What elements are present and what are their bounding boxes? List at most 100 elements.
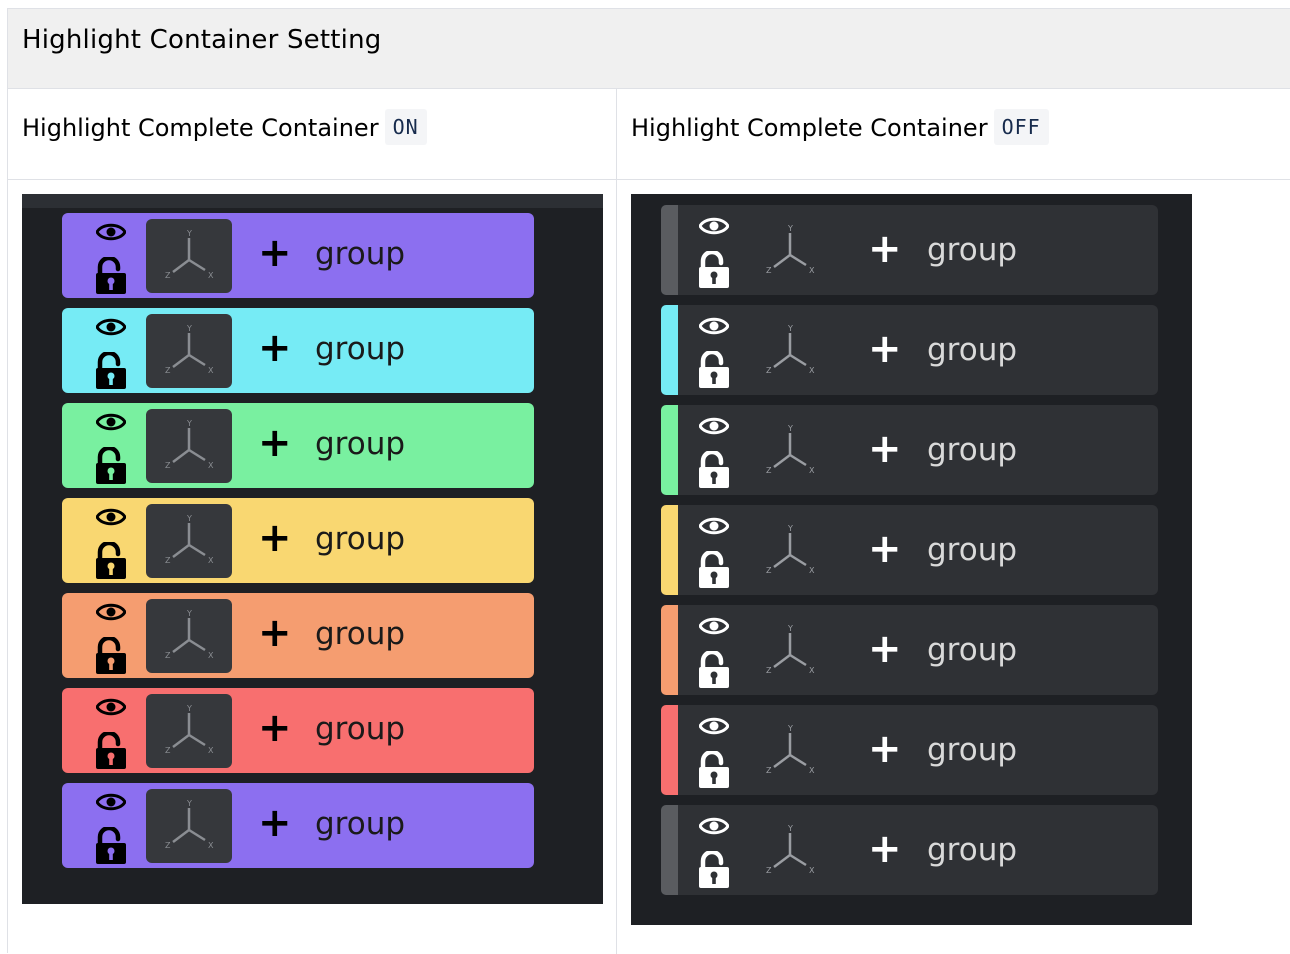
group-label: group — [315, 521, 406, 557]
group-row[interactable]: Y Z X + group — [62, 213, 534, 298]
eye-icon[interactable] — [95, 791, 127, 813]
group-row[interactable]: Y Z X + group — [661, 305, 1158, 395]
expand-plus-icon[interactable]: + — [868, 829, 902, 869]
svg-text:Y: Y — [186, 420, 192, 428]
unlocked-padlock-icon[interactable] — [94, 730, 128, 770]
group-label: group — [927, 432, 1018, 468]
expand-plus-icon[interactable]: + — [258, 233, 292, 273]
expand-plus-icon[interactable]: + — [258, 328, 292, 368]
svg-text:Y: Y — [186, 705, 192, 713]
svg-text:Z: Z — [766, 366, 772, 375]
eye-icon[interactable] — [698, 415, 730, 437]
eye-icon[interactable] — [95, 316, 127, 338]
color-indicator-bar — [661, 505, 678, 595]
highlight-off-screenshot: Y Z X + group Y Z X + group Y Z X + group Y Z X + group Y Z X +… — [631, 194, 1192, 925]
eye-icon[interactable] — [698, 315, 730, 337]
svg-text:Y: Y — [787, 525, 793, 533]
unlocked-padlock-icon[interactable] — [697, 849, 731, 889]
highlight-on-screenshot: Y Z X + group Y Z X + group Y Z X + group Y Z X + group Y Z X +… — [22, 194, 603, 904]
caption-cell-on: Highlight Complete Container ON — [8, 89, 617, 180]
caption-cell-off: Highlight Complete Container OFF — [617, 89, 1290, 180]
unlocked-padlock-icon[interactable] — [94, 540, 128, 580]
xyz-axes-icon: Y Z X — [161, 419, 217, 476]
expand-plus-icon[interactable]: + — [258, 803, 292, 843]
svg-text:Z: Z — [766, 766, 772, 775]
group-row[interactable]: Y Z X + group — [661, 205, 1158, 295]
color-indicator-bar — [661, 805, 678, 895]
expand-plus-icon[interactable]: + — [868, 329, 902, 369]
eye-icon[interactable] — [95, 696, 127, 718]
unlocked-padlock-icon[interactable] — [697, 249, 731, 289]
expand-plus-icon[interactable]: + — [258, 423, 292, 463]
group-row[interactable]: Y Z X + group — [62, 308, 534, 393]
svg-text:Z: Z — [766, 666, 772, 675]
eye-icon[interactable] — [698, 715, 730, 737]
unlocked-padlock-icon[interactable] — [94, 635, 128, 675]
group-row[interactable]: Y Z X + group — [661, 805, 1158, 895]
xyz-axes-icon: Y Z X — [161, 609, 217, 666]
unlocked-padlock-icon[interactable] — [94, 825, 128, 865]
group-row[interactable]: Y Z X + group — [62, 593, 534, 678]
expand-plus-icon[interactable]: + — [868, 629, 902, 669]
eye-icon[interactable] — [698, 515, 730, 537]
svg-text:X: X — [809, 466, 815, 475]
xyz-axes-icon: Y Z X — [161, 799, 217, 856]
unlocked-padlock-icon[interactable] — [697, 549, 731, 589]
expand-plus-icon[interactable]: + — [868, 429, 902, 469]
unlocked-padlock-icon[interactable] — [697, 449, 731, 489]
eye-icon[interactable] — [698, 815, 730, 837]
group-row[interactable]: Y Z X + group — [62, 688, 534, 773]
group-row[interactable]: Y Z X + group — [62, 498, 534, 583]
image-cell-on: Y Z X + group Y Z X + group Y Z X + group Y Z X + group Y Z X +… — [8, 180, 617, 954]
svg-text:X: X — [208, 271, 214, 280]
group-row[interactable]: Y Z X + group — [661, 405, 1158, 495]
svg-text:X: X — [208, 556, 214, 565]
unlocked-padlock-icon[interactable] — [697, 749, 731, 789]
expand-plus-icon[interactable]: + — [258, 708, 292, 748]
state-code-on: ON — [384, 109, 427, 145]
unlocked-padlock-icon[interactable] — [94, 255, 128, 295]
image-cell-off: Y Z X + group Y Z X + group Y Z X + group Y Z X + group Y Z X +… — [617, 180, 1290, 954]
unlocked-padlock-icon[interactable] — [697, 649, 731, 689]
svg-text:Z: Z — [766, 466, 772, 475]
group-row[interactable]: Y Z X + group — [62, 783, 534, 868]
eye-icon[interactable] — [698, 215, 730, 237]
eye-icon[interactable] — [95, 221, 127, 243]
svg-text:Y: Y — [186, 230, 192, 238]
group-row[interactable]: Y Z X + group — [661, 505, 1158, 595]
expand-plus-icon[interactable]: + — [868, 229, 902, 269]
eye-icon[interactable] — [95, 601, 127, 623]
expand-plus-icon[interactable]: + — [868, 729, 902, 769]
group-label: group — [315, 616, 406, 652]
unlocked-padlock-icon[interactable] — [697, 349, 731, 389]
color-indicator-bar — [661, 605, 678, 695]
caption-text-off: Highlight Complete Container — [631, 114, 988, 142]
group-label: group — [927, 532, 1018, 568]
unlocked-padlock-icon[interactable] — [94, 445, 128, 485]
eye-icon[interactable] — [698, 615, 730, 637]
svg-text:X: X — [809, 866, 815, 875]
unlocked-padlock-icon[interactable] — [94, 350, 128, 390]
xyz-axes-icon: Y Z X — [762, 324, 818, 381]
svg-text:Z: Z — [165, 746, 171, 755]
group-row[interactable]: Y Z X + group — [62, 403, 534, 488]
expand-plus-icon[interactable]: + — [258, 518, 292, 558]
svg-text:Y: Y — [787, 325, 793, 333]
expand-plus-icon[interactable]: + — [868, 529, 902, 569]
group-label: group — [927, 232, 1018, 268]
svg-text:Z: Z — [165, 841, 171, 850]
svg-text:Z: Z — [165, 271, 171, 280]
group-label: group — [315, 711, 406, 747]
group-label: group — [927, 832, 1018, 868]
svg-text:X: X — [809, 266, 815, 275]
group-row[interactable]: Y Z X + group — [661, 605, 1158, 695]
svg-text:Y: Y — [787, 425, 793, 433]
group-row[interactable]: Y Z X + group — [661, 705, 1158, 795]
svg-text:Y: Y — [186, 610, 192, 618]
eye-icon[interactable] — [95, 411, 127, 433]
svg-text:Z: Z — [165, 651, 171, 660]
xyz-axes-icon: Y Z X — [161, 229, 217, 286]
svg-text:Y: Y — [186, 325, 192, 333]
eye-icon[interactable] — [95, 506, 127, 528]
expand-plus-icon[interactable]: + — [258, 613, 292, 653]
